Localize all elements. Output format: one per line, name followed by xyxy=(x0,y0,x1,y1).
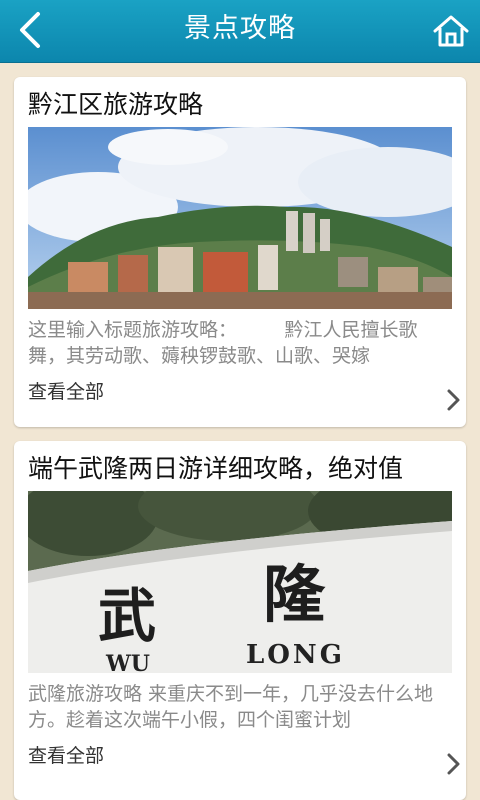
app-header: 景点攻略 xyxy=(0,0,480,63)
sign-latin: LONG xyxy=(246,640,345,670)
article-image: 武 隆 WU LONG xyxy=(28,491,452,673)
sign-character: 武 xyxy=(98,582,156,650)
home-icon xyxy=(433,15,469,47)
article-excerpt: 武隆旅游攻略 来重庆不到一年，几乎没去什么地方。趁着这次端午小假，四个闺蜜计划 xyxy=(28,683,434,731)
article-card[interactable]: 端午武隆两日游详细攻略，绝对值 武 隆 WU LONG 武隆旅游攻略 来重庆不到… xyxy=(14,441,466,800)
sign-latin: WU xyxy=(105,651,150,673)
page-title: 景点攻略 xyxy=(184,13,296,44)
chevron-right-icon xyxy=(447,389,460,411)
article-card[interactable]: 黔江区旅游攻略 这里输入标题旅游攻略： 黔江人民擅长歌舞，其劳动歌、薅秧锣鼓歌、… xyxy=(14,77,466,427)
article-title: 端午武隆两日游详细攻略，绝对值 xyxy=(28,454,404,483)
article-list: 黔江区旅游攻略 这里输入标题旅游攻略： 黔江人民擅长歌舞，其劳动歌、薅秧锣鼓歌、… xyxy=(0,63,480,800)
chevron-right-icon xyxy=(447,753,460,775)
sign-character: 隆 xyxy=(263,558,326,631)
view-all-link[interactable]: 查看全部 xyxy=(28,377,104,404)
article-image xyxy=(28,127,452,309)
home-button[interactable] xyxy=(430,10,472,52)
article-excerpt: 这里输入标题旅游攻略： 黔江人民擅长歌舞，其劳动歌、薅秧锣鼓歌、山歌、哭嫁 xyxy=(28,319,418,367)
view-all-link[interactable]: 查看全部 xyxy=(28,741,104,768)
article-title: 黔江区旅游攻略 xyxy=(28,90,204,119)
